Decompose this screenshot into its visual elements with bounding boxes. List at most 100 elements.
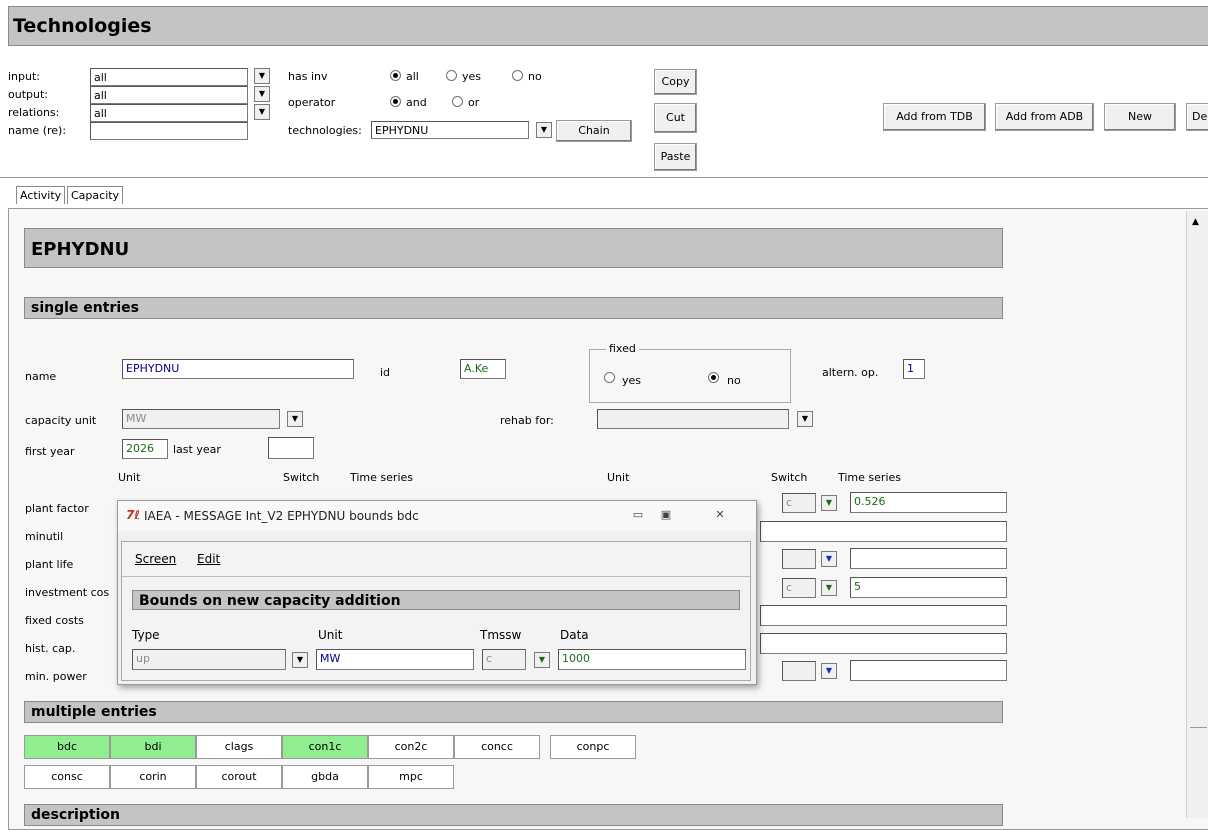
relations-select[interactable]: all bbox=[90, 104, 248, 122]
has-inv-no-label: no bbox=[528, 70, 542, 83]
bound-data-input[interactable]: 1000 bbox=[558, 649, 746, 670]
bound-type-select[interactable]: up bbox=[132, 649, 286, 670]
bound-type-dropdown-arrow-icon[interactable]: ▼ bbox=[292, 652, 308, 668]
id-input[interactable]: A.Ke bbox=[460, 359, 506, 379]
first-year-input[interactable]: 2026 bbox=[122, 439, 168, 459]
delete-button[interactable]: De bbox=[1186, 103, 1208, 131]
capacity-unit-dropdown-arrow-icon[interactable]: ▼ bbox=[287, 411, 303, 427]
vertical-scrollbar[interactable]: ▲ bbox=[1186, 211, 1208, 818]
separator bbox=[0, 177, 1208, 178]
output-dropdown-arrow-icon[interactable]: ▼ bbox=[254, 86, 270, 102]
close-icon[interactable]: ✕ bbox=[708, 507, 732, 523]
col-timeseries-left: Time series bbox=[350, 471, 413, 484]
rehab-for-select[interactable] bbox=[597, 409, 789, 429]
minutil-label: minutil bbox=[25, 530, 64, 543]
fixed-yes-label: yes bbox=[622, 374, 642, 387]
multi-entry-corout[interactable]: corout bbox=[196, 765, 282, 789]
fixed-costs-timeseries-input[interactable] bbox=[760, 605, 1007, 626]
fixed-no-radio[interactable] bbox=[708, 372, 719, 383]
plant-factor-switch[interactable]: c bbox=[782, 493, 816, 513]
scroll-up-icon[interactable]: ▲ bbox=[1192, 217, 1199, 227]
scroll-thumb[interactable] bbox=[1190, 237, 1207, 728]
multi-entry-bdi[interactable]: bdi bbox=[110, 735, 196, 759]
tech-name-input[interactable]: EPHYDNU bbox=[122, 359, 354, 379]
multi-entry-con2c[interactable]: con2c bbox=[368, 735, 454, 759]
multi-entry-conpc[interactable]: conpc bbox=[550, 735, 636, 759]
rehab-for-dropdown-arrow-icon[interactable]: ▼ bbox=[797, 411, 813, 427]
tab-capacity[interactable]: Capacity bbox=[67, 186, 124, 204]
plant-life-timeseries-input[interactable] bbox=[850, 548, 1007, 569]
add-from-tdb-button[interactable]: Add from TDB bbox=[883, 103, 986, 131]
last-year-label: last year bbox=[173, 443, 221, 456]
multi-entry-bdc[interactable]: bdc bbox=[24, 735, 110, 759]
multi-entry-concc[interactable]: concc bbox=[454, 735, 540, 759]
tk-app-icon: 7ℓ bbox=[126, 508, 141, 522]
investment-cost-switch-arrow-icon[interactable]: ▼ bbox=[821, 580, 837, 596]
tab-activity[interactable]: Activity bbox=[16, 186, 66, 204]
multi-entry-mpc[interactable]: mpc bbox=[368, 765, 454, 789]
multi-entry-consc[interactable]: consc bbox=[24, 765, 110, 789]
output-label: output: bbox=[8, 88, 48, 101]
multi-entry-gbda[interactable]: gbda bbox=[282, 765, 368, 789]
window-title-bar: Technologies bbox=[8, 6, 1208, 46]
min-power-switch[interactable] bbox=[782, 661, 816, 681]
last-year-input[interactable] bbox=[268, 437, 314, 459]
bound-tmssw-dropdown-arrow-icon[interactable]: ▼ bbox=[534, 652, 550, 668]
name-re-label: name (re): bbox=[8, 124, 67, 137]
add-from-adb-button[interactable]: Add from ADB bbox=[995, 103, 1094, 131]
input-dropdown-arrow-icon[interactable]: ▼ bbox=[254, 68, 270, 84]
has-inv-no-radio[interactable] bbox=[512, 70, 523, 81]
multiple-entries-bar: multiple entries bbox=[24, 701, 1003, 723]
operator-and-radio[interactable] bbox=[390, 96, 401, 107]
has-inv-yes-radio[interactable] bbox=[446, 70, 457, 81]
bound-unit-select[interactable]: MW bbox=[316, 649, 474, 670]
altern-op-label: altern. op. bbox=[822, 366, 879, 379]
name-re-input[interactable] bbox=[90, 122, 248, 140]
dialog-titlebar: 7ℓ IAEA - MESSAGE Int_V2 EPHYDNU bounds … bbox=[118, 501, 756, 531]
paste-button[interactable]: Paste bbox=[654, 143, 697, 171]
minutil-timeseries-input[interactable] bbox=[760, 521, 1007, 542]
multi-entry-clags[interactable]: clags bbox=[196, 735, 282, 759]
new-button[interactable]: New bbox=[1104, 103, 1176, 131]
investment-cost-switch[interactable]: c bbox=[782, 578, 816, 598]
maximize-icon[interactable]: ▣ bbox=[654, 507, 678, 523]
col-unit-left: Unit bbox=[118, 471, 141, 484]
plant-factor-switch-arrow-icon[interactable]: ▼ bbox=[821, 495, 837, 511]
min-power-timeseries-input[interactable] bbox=[850, 660, 1007, 681]
copy-button[interactable]: Copy bbox=[654, 69, 697, 95]
fixed-no-label: no bbox=[727, 374, 741, 387]
plant-life-switch[interactable] bbox=[782, 549, 816, 569]
window-title: Technologies bbox=[13, 15, 152, 37]
input-select[interactable]: all bbox=[90, 68, 248, 86]
menu-screen[interactable]: Screen bbox=[135, 552, 176, 566]
cut-button[interactable]: Cut bbox=[654, 103, 697, 133]
technologies-select[interactable]: EPHYDNU bbox=[371, 121, 529, 139]
multi-entry-con1c[interactable]: con1c bbox=[282, 735, 368, 759]
col-timeseries-right: Time series bbox=[838, 471, 901, 484]
investment-cost-timeseries-input[interactable]: 5 bbox=[850, 577, 1007, 598]
relations-dropdown-arrow-icon[interactable]: ▼ bbox=[254, 104, 270, 120]
output-select[interactable]: all bbox=[90, 86, 248, 104]
chain-button[interactable]: Chain bbox=[556, 120, 632, 142]
bound-tmssw-select[interactable]: c bbox=[482, 649, 526, 670]
capacity-unit-select[interactable]: MW bbox=[122, 409, 280, 429]
plant-factor-label: plant factor bbox=[25, 502, 89, 515]
operator-or-radio[interactable] bbox=[452, 96, 463, 107]
min-power-label: min. power bbox=[25, 670, 87, 683]
technologies-dropdown-arrow-icon[interactable]: ▼ bbox=[536, 122, 552, 138]
plant-factor-timeseries-input[interactable]: 0.526 bbox=[850, 492, 1007, 513]
single-entries-bar: single entries bbox=[24, 297, 1003, 319]
plant-life-switch-arrow-icon[interactable]: ▼ bbox=[821, 551, 837, 567]
menu-edit[interactable]: Edit bbox=[197, 552, 220, 566]
fixed-yes-radio[interactable] bbox=[604, 372, 615, 383]
tech-header-bar: EPHYDNU bbox=[24, 228, 1003, 268]
id-label: id bbox=[380, 366, 391, 379]
dialog-title: IAEA - MESSAGE Int_V2 EPHYDNU bounds bdc bbox=[144, 509, 419, 523]
multi-entry-corin[interactable]: corin bbox=[110, 765, 196, 789]
min-power-switch-arrow-icon[interactable]: ▼ bbox=[821, 663, 837, 679]
has-inv-all-radio[interactable] bbox=[390, 70, 401, 81]
fixed-group bbox=[589, 349, 791, 403]
minimize-icon[interactable]: ▭ bbox=[626, 507, 650, 523]
hist-cap-timeseries-input[interactable] bbox=[760, 633, 1007, 654]
altern-op-input[interactable]: 1 bbox=[903, 359, 925, 379]
